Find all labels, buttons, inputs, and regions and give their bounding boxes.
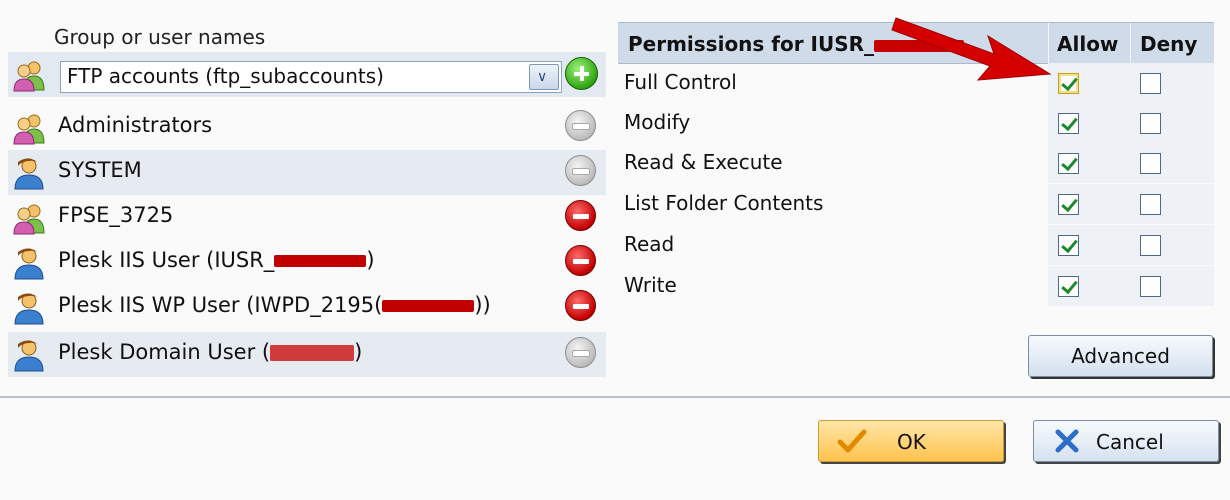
redaction-mark bbox=[382, 300, 475, 312]
list-item-fpse[interactable]: FPSE_3725 bbox=[8, 195, 606, 240]
allow-checkbox[interactable] bbox=[1058, 235, 1079, 256]
list-item-plesk-iis-wp-user[interactable]: Plesk IIS WP User (IWPD_2195()) bbox=[8, 285, 606, 330]
list-item-label: SYSTEM bbox=[58, 158, 142, 182]
divider bbox=[0, 396, 1230, 398]
group-select-row: FTP accounts (ftp_subaccounts) ∨ bbox=[8, 52, 606, 97]
permission-label: Full Control bbox=[624, 70, 737, 94]
allow-checkbox[interactable] bbox=[1058, 194, 1079, 215]
permission-row-modify: Modify bbox=[618, 103, 1214, 143]
list-item-plesk-iis-user[interactable]: Plesk IIS User (IUSR_) bbox=[8, 240, 606, 285]
close-icon bbox=[1055, 429, 1079, 453]
deny-checkbox[interactable] bbox=[1140, 73, 1161, 94]
checkmark-icon bbox=[837, 429, 867, 453]
allow-column-header: Allow bbox=[1057, 32, 1119, 56]
user-icon bbox=[14, 248, 44, 280]
user-icon bbox=[14, 158, 44, 190]
add-user-button[interactable] bbox=[565, 57, 598, 90]
list-item-label: FPSE_3725 bbox=[58, 203, 174, 227]
user-icon bbox=[14, 293, 44, 325]
list-item-administrators[interactable]: Administrators bbox=[8, 105, 606, 150]
permission-row-write: Write bbox=[618, 266, 1214, 306]
annotation-arrow-icon bbox=[891, 17, 1052, 81]
remove-user-button[interactable] bbox=[565, 200, 596, 231]
permission-row-list-folder: List Folder Contents bbox=[618, 184, 1214, 224]
cancel-button[interactable]: Cancel bbox=[1033, 420, 1219, 462]
allow-checkbox[interactable] bbox=[1058, 276, 1079, 297]
allow-checkbox[interactable] bbox=[1058, 73, 1079, 94]
permission-label: Write bbox=[624, 273, 677, 297]
permission-row-read-execute: Read & Execute bbox=[618, 143, 1214, 183]
groups-label: Group or user names bbox=[54, 25, 266, 49]
chevron-down-icon[interactable]: ∨ bbox=[529, 64, 559, 90]
account-select[interactable]: FTP accounts (ftp_subaccounts) ∨ bbox=[60, 61, 562, 93]
remove-disabled-button[interactable] bbox=[565, 337, 596, 368]
permission-label: List Folder Contents bbox=[624, 191, 824, 215]
allow-checkbox[interactable] bbox=[1058, 153, 1079, 174]
groups-list: FTP accounts (ftp_subaccounts) ∨ Adminis… bbox=[8, 52, 606, 378]
deny-checkbox[interactable] bbox=[1140, 113, 1161, 134]
cancel-label: Cancel bbox=[1096, 430, 1164, 454]
list-item-label: Administrators bbox=[58, 113, 213, 137]
user-icon bbox=[14, 340, 44, 372]
list-item-plesk-domain-user[interactable]: Plesk Domain User () bbox=[8, 332, 606, 377]
permission-label: Read bbox=[624, 232, 675, 256]
deny-column-header: Deny bbox=[1140, 32, 1198, 56]
list-item-label: Plesk Domain User () bbox=[58, 340, 363, 364]
group-users-icon bbox=[13, 114, 45, 145]
group-users-icon bbox=[13, 61, 45, 92]
remove-user-button[interactable] bbox=[565, 290, 596, 321]
redaction-mark bbox=[270, 345, 355, 361]
group-users-icon bbox=[13, 204, 45, 235]
remove-user-button[interactable] bbox=[565, 245, 596, 276]
permission-label: Modify bbox=[624, 110, 691, 134]
deny-checkbox[interactable] bbox=[1140, 153, 1161, 174]
allow-checkbox[interactable] bbox=[1058, 113, 1079, 134]
deny-checkbox[interactable] bbox=[1140, 276, 1161, 297]
remove-disabled-button[interactable] bbox=[565, 155, 596, 186]
list-item-system[interactable]: SYSTEM bbox=[8, 150, 606, 195]
ok-button[interactable]: OK bbox=[818, 420, 1004, 462]
permission-row-read: Read bbox=[618, 225, 1214, 265]
deny-checkbox[interactable] bbox=[1140, 194, 1161, 215]
list-item-label: Plesk IIS User (IUSR_) bbox=[58, 248, 375, 272]
account-select-value: FTP accounts (ftp_subaccounts) bbox=[67, 64, 384, 88]
list-item-label: Plesk IIS WP User (IWPD_2195()) bbox=[58, 293, 491, 317]
ok-label: OK bbox=[897, 430, 926, 454]
deny-checkbox[interactable] bbox=[1140, 235, 1161, 256]
permission-label: Read & Execute bbox=[624, 150, 783, 174]
redaction-mark bbox=[274, 255, 367, 267]
remove-disabled-button[interactable] bbox=[565, 110, 596, 141]
advanced-button[interactable]: Advanced bbox=[1028, 335, 1213, 377]
